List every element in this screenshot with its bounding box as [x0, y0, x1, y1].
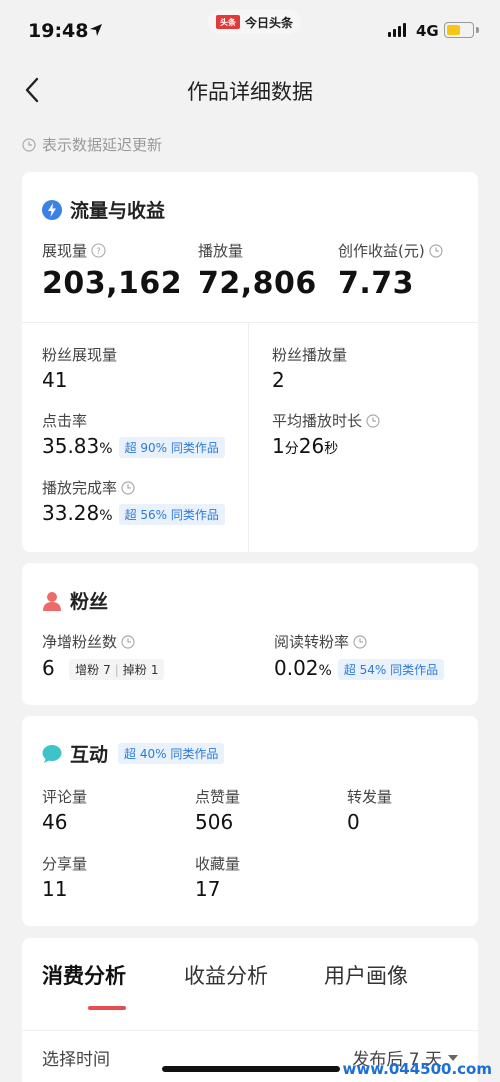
delay-legend-text: 表示数据延迟更新 — [42, 136, 163, 154]
shares-label: 分享量 — [42, 855, 88, 873]
shares-value: 11 — [42, 877, 68, 901]
time-select-label: 选择时间 — [42, 1050, 110, 1070]
comments-value: 46 — [42, 810, 68, 834]
tab-revenue[interactable]: 收益分析 — [184, 960, 268, 990]
plays-value: 72,806 — [198, 266, 317, 301]
divider — [248, 322, 249, 552]
ctr-value: 35.83% 超 90% 同类作品 — [42, 434, 225, 458]
traffic-title-text: 流量与收益 — [70, 200, 166, 222]
reposts-label: 转发量 — [347, 788, 393, 806]
delay-legend: 表示数据延迟更新 — [22, 134, 162, 155]
impressions-value: 203,162 — [42, 266, 183, 301]
favorites-label: 收藏量 — [195, 855, 241, 873]
income-label: 创作收益(元) — [338, 240, 443, 261]
battery-icon — [444, 22, 474, 38]
divider — [22, 322, 478, 323]
likes-value: 506 — [195, 810, 234, 834]
avg-duration-value: 1分26秒 — [272, 434, 339, 458]
watermark: www.044500.com — [342, 1060, 492, 1078]
active-tab-indicator — [88, 1006, 126, 1010]
app-name: 今日头条 — [245, 15, 294, 30]
avg-duration-label: 平均播放时长 — [272, 410, 380, 431]
lightning-icon — [42, 199, 62, 220]
clock-icon — [429, 243, 443, 258]
fan-impressions-value: 41 — [42, 368, 68, 392]
clock-icon — [353, 634, 367, 649]
fan-plays-label: 粉丝播放量 — [272, 346, 348, 364]
ctr-label: 点击率 — [42, 412, 88, 430]
conversion-label: 阅读转粉率 — [274, 631, 367, 652]
comments-label: 评论量 — [42, 788, 88, 806]
fan-impressions-label: 粉丝展现量 — [42, 346, 118, 364]
page-title: 作品详细数据 — [187, 80, 313, 104]
net-fans-value: 6 增粉 7 | 掉粉 1 — [42, 656, 165, 680]
svg-text:?: ? — [96, 247, 101, 257]
fans-card: 粉丝 净增粉丝数 6 增粉 7 | 掉粉 1 阅读转粉率 0.02% 超 54% 同类… — [22, 563, 478, 705]
fan-change-detail: 增粉 7 | 掉粉 1 — [69, 659, 165, 680]
traffic-revenue-card: 流量与收益 展现量 ? 203,162 播放量 72,806 创作收益(元) 7… — [22, 172, 478, 552]
interaction-card: 互动 超 40% 同类作品 评论量 46 点赞量 506 转发量 0 分享量 1… — [22, 716, 478, 926]
location-arrow-icon — [90, 24, 102, 36]
clock-icon — [366, 413, 380, 428]
signal-icon — [388, 23, 406, 37]
interaction-card-title: 互动 超 40% 同类作品 — [42, 740, 225, 767]
fan-plays-value: 2 — [272, 368, 285, 392]
fans-card-title: 粉丝 — [42, 587, 108, 614]
nav-bar: 作品详细数据 — [0, 62, 500, 118]
favorites-value: 17 — [195, 877, 221, 901]
plays-label: 播放量 — [198, 242, 244, 260]
ctr-badge: 超 90% 同类作品 — [118, 437, 225, 458]
likes-label: 点赞量 — [195, 788, 241, 806]
status-bar: 19:48 头条 今日头条 4G — [0, 0, 500, 62]
clock-icon — [121, 480, 135, 495]
interaction-title-text: 互动 — [70, 744, 109, 766]
toutiao-logo-icon: 头条 — [216, 15, 240, 29]
net-fans-label: 净增粉丝数 — [42, 631, 135, 652]
fans-title-text: 粉丝 — [70, 591, 109, 613]
app-indicator[interactable]: 头条 今日头条 — [208, 10, 302, 34]
tab-consumption[interactable]: 消费分析 — [42, 960, 126, 990]
impressions-label: 展现量 ? — [42, 240, 106, 261]
conversion-value: 0.02% 超 54% 同类作品 — [274, 656, 445, 680]
network-type: 4G — [416, 22, 439, 40]
tab-user-profile[interactable]: 用户画像 — [324, 960, 408, 990]
clock-icon — [121, 634, 135, 649]
help-icon[interactable]: ? — [91, 243, 106, 258]
conversion-badge: 超 54% 同类作品 — [337, 659, 445, 680]
completion-badge: 超 56% 同类作品 — [118, 504, 225, 525]
traffic-card-title: 流量与收益 — [42, 196, 165, 223]
home-indicator[interactable] — [162, 1066, 340, 1072]
reposts-value: 0 — [347, 810, 360, 834]
chat-bubble-icon — [42, 744, 62, 763]
interaction-badge: 超 40% 同类作品 — [118, 743, 225, 764]
person-icon — [43, 591, 61, 611]
clock-icon — [22, 137, 36, 152]
status-time: 19:48 — [28, 20, 89, 42]
completion-label: 播放完成率 — [42, 477, 135, 498]
completion-value: 33.28% 超 56% 同类作品 — [42, 501, 225, 525]
income-value: 7.73 — [338, 266, 415, 301]
